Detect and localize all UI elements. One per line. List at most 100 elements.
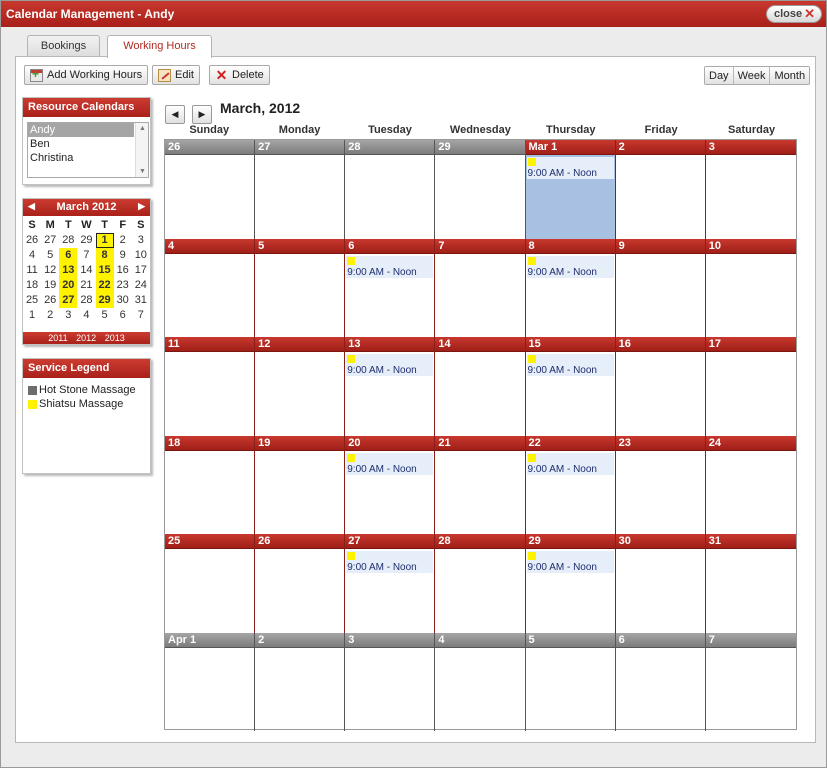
day-body[interactable] [255, 254, 344, 338]
day-cell[interactable]: 26 [255, 534, 346, 633]
day-cell[interactable]: 31 [705, 534, 796, 633]
day-body[interactable] [616, 155, 705, 239]
mini-day[interactable]: 30 [114, 293, 132, 308]
day-cell[interactable]: 10 [705, 238, 796, 338]
mini-day[interactable]: 6 [59, 248, 78, 263]
mini-day[interactable]: 12 [41, 263, 59, 278]
mini-day[interactable]: 9 [114, 248, 132, 263]
day-cell[interactable]: Apr 1 [165, 632, 256, 731]
day-cell[interactable]: 4 [165, 238, 256, 338]
day-body[interactable] [345, 648, 434, 732]
mini-day[interactable]: 3 [59, 308, 77, 323]
day-body[interactable] [345, 155, 434, 239]
working-hours-event[interactable]: 9:00 AM - Noon [526, 157, 614, 179]
day-body[interactable] [435, 254, 524, 338]
resource-item-christina[interactable]: Christina [28, 151, 134, 165]
day-body[interactable] [435, 352, 524, 436]
day-cell[interactable]: 3 [705, 140, 796, 239]
mini-day[interactable]: 23 [114, 278, 132, 293]
day-cell[interactable]: 6 9:00 AM - Noon [345, 238, 436, 337]
day-body[interactable] [255, 648, 344, 732]
mini-day[interactable]: 22 [95, 278, 114, 293]
day-cell[interactable]: 19 [255, 435, 346, 535]
day-body[interactable]: 9:00 AM - Noon [526, 451, 615, 535]
mini-day[interactable]: 16 [114, 263, 132, 278]
day-body[interactable] [255, 451, 344, 535]
day-body[interactable]: 9:00 AM - Noon [345, 549, 434, 633]
day-cell[interactable]: 22 9:00 AM - Noon [525, 435, 616, 535]
day-body[interactable] [706, 352, 796, 436]
mini-day[interactable]: 5 [96, 308, 114, 323]
day-cell[interactable]: 4 [435, 632, 526, 731]
day-body[interactable] [165, 254, 254, 338]
day-cell[interactable]: 15 9:00 AM - Noon [525, 337, 616, 436]
mini-day[interactable]: 4 [77, 308, 95, 323]
day-cell[interactable]: 26 [165, 140, 256, 239]
day-cell[interactable]: 28 [435, 534, 526, 633]
day-cell[interactable]: 24 [705, 435, 796, 535]
day-cell[interactable]: 27 9:00 AM - Noon [345, 534, 436, 633]
mini-day[interactable]: 25 [23, 293, 41, 308]
day-body[interactable]: 9:00 AM - Noon [526, 254, 615, 338]
day-body[interactable] [706, 451, 796, 535]
mini-day[interactable]: 27 [59, 293, 78, 308]
day-body[interactable] [706, 155, 796, 239]
mini-day[interactable]: 21 [77, 278, 95, 293]
day-cell[interactable]: 29 9:00 AM - Noon [525, 534, 616, 633]
mini-day[interactable]: 19 [41, 278, 59, 293]
day-cell[interactable]: 7 [435, 238, 526, 338]
mini-day[interactable]: 7 [132, 308, 150, 323]
year-2011[interactable]: 2011 [48, 333, 67, 343]
day-cell[interactable]: 14 [435, 337, 526, 436]
day-body[interactable] [255, 549, 344, 633]
mini-day[interactable]: 1 [23, 308, 41, 323]
working-hours-event[interactable]: 9:00 AM - Noon [526, 354, 614, 376]
mini-next-month-icon[interactable]: ▶ [138, 201, 145, 212]
mini-day[interactable]: 10 [132, 248, 150, 263]
day-cell[interactable]: 13 9:00 AM - Noon [345, 337, 436, 436]
tab-bookings[interactable]: Bookings [27, 35, 100, 57]
day-body[interactable] [435, 155, 524, 239]
day-body[interactable] [616, 451, 705, 535]
mini-day[interactable]: 24 [132, 278, 150, 293]
day-cell[interactable]: 5 [525, 632, 616, 731]
mini-day[interactable]: 28 [77, 293, 95, 308]
day-body[interactable] [706, 254, 796, 338]
day-body[interactable] [435, 549, 524, 633]
working-hours-event[interactable]: 9:00 AM - Noon [346, 255, 434, 278]
day-cell[interactable]: 9 [615, 238, 706, 337]
day-cell[interactable]: 21 [435, 435, 526, 534]
mini-day[interactable]: 27 [41, 233, 59, 248]
day-cell[interactable]: 6 [615, 632, 706, 732]
resource-item-ben[interactable]: Ben [28, 137, 134, 151]
year-2013[interactable]: 2013 [105, 333, 125, 343]
day-cell[interactable]: 2 [615, 140, 706, 239]
day-cell[interactable]: 2 [255, 632, 346, 732]
day-cell[interactable]: 17 [705, 337, 796, 436]
mini-day[interactable]: 2 [41, 308, 59, 323]
day-body[interactable] [616, 648, 705, 732]
mini-day[interactable]: 15 [95, 263, 114, 278]
day-body[interactable] [165, 352, 254, 436]
mini-day[interactable]: 6 [114, 308, 132, 323]
resource-list[interactable]: Andy Ben Christina ▲ ▼ [27, 122, 149, 178]
day-cell[interactable]: 30 [615, 534, 706, 633]
day-cell[interactable]: 11 [165, 337, 256, 436]
scroll-down-icon[interactable]: ▼ [139, 168, 146, 175]
day-body[interactable] [255, 352, 344, 436]
view-month-button[interactable]: Month [770, 67, 810, 84]
day-cell[interactable]: 7 [705, 632, 796, 732]
mini-day[interactable]: 1 [95, 233, 114, 248]
day-cell[interactable]: 20 9:00 AM - Noon [345, 435, 436, 534]
mini-day[interactable]: 20 [59, 278, 78, 293]
view-week-button[interactable]: Week [733, 67, 771, 84]
next-month-button[interactable]: ▶ [192, 105, 212, 124]
mini-day[interactable]: 4 [23, 248, 41, 263]
prev-month-button[interactable]: ◀ [165, 105, 185, 124]
mini-day[interactable]: 2 [114, 233, 132, 248]
day-cell[interactable]: 23 [615, 435, 706, 535]
mini-day[interactable]: 26 [41, 293, 59, 308]
working-hours-event[interactable]: 9:00 AM - Noon [526, 255, 614, 278]
day-body[interactable] [706, 648, 796, 732]
mini-day[interactable]: 7 [77, 248, 95, 263]
